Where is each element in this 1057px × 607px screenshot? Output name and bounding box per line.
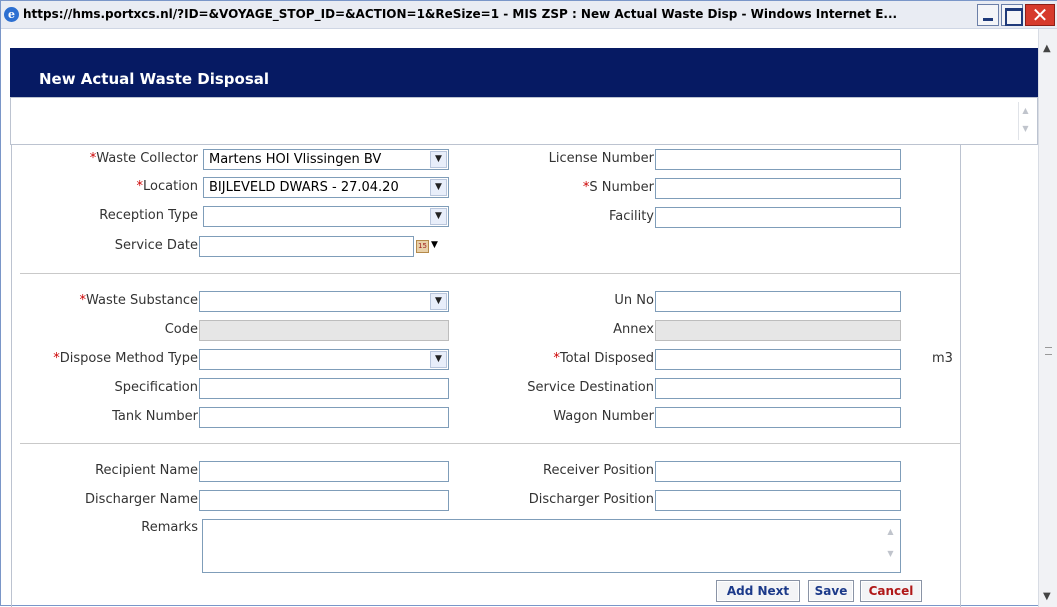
window-scrollbar[interactable]: ▲ ▼ [1038,29,1057,607]
close-button[interactable]: ✕ [1025,4,1055,26]
receiver-position-input[interactable] [655,461,901,482]
code-label: Code [164,322,198,337]
discharger-position-label: Discharger Position [528,492,654,507]
form-area: *Waste Collector Martens HOI Vlissingen … [10,145,1038,607]
reception-type-select[interactable]: ▼ [203,206,449,227]
recipient-name-label: Recipient Name [95,463,198,478]
recipient-name-input[interactable] [199,461,449,482]
facility-input[interactable] [655,207,901,228]
save-button[interactable]: Save [808,580,854,602]
section-divider [20,443,960,444]
annex-label: Annex [613,322,654,337]
calendar-icon[interactable]: 15 [416,240,429,253]
total-disposed-label: *Total Disposed [553,351,654,366]
s-number-label: *S Number [582,180,654,195]
service-date-label: Service Date [114,238,198,253]
maximize-button[interactable] [1001,4,1023,26]
location-label: *Location [136,179,198,194]
chevron-down-icon[interactable]: ▼ [430,179,447,196]
waste-disposal-form: *Waste Collector Martens HOI Vlissingen … [11,145,961,607]
receiver-position-label: Receiver Position [543,463,654,478]
license-number-input[interactable] [655,149,901,170]
dispose-method-select[interactable]: ▼ [199,349,449,370]
browser-window: e https://hms.portxcs.nl/?ID=&VOYAGE_STO… [0,0,1057,607]
annex-input [655,320,901,341]
waste-substance-label: *Waste Substance [79,293,198,308]
wagon-number-input[interactable] [655,407,901,428]
unit-label: m3 [932,351,953,366]
window-title: https://hms.portxcs.nl/?ID=&VOYAGE_STOP_… [23,7,898,21]
tank-number-input[interactable] [199,407,449,428]
chevron-down-icon[interactable]: ▼ [430,293,447,310]
facility-label: Facility [608,209,654,224]
location-value: BIJLEVELD DWARS - 27.04.20 [209,180,399,195]
un-no-input[interactable] [655,291,901,312]
calendar-dropdown-icon[interactable]: ▼ [431,240,438,250]
tank-number-label: Tank Number [112,409,198,424]
waste-collector-label: *Waste Collector [89,151,198,166]
scroll-down-icon[interactable]: ▼ [1043,591,1051,602]
chevron-down-icon[interactable]: ▼ [430,151,447,168]
scroll-up-icon[interactable]: ▲ [1043,43,1051,54]
discharger-name-label: Discharger Name [85,492,198,507]
discharger-position-input[interactable] [655,490,901,511]
cancel-button[interactable]: Cancel [860,580,922,602]
page-title: New Actual Waste Disposal [39,70,270,88]
waste-collector-select[interactable]: Martens HOI Vlissingen BV ▼ [203,149,449,170]
un-no-label: Un No [614,293,654,308]
reception-type-label: Reception Type [99,208,198,223]
total-disposed-input[interactable] [655,349,901,370]
title-bar: e https://hms.portxcs.nl/?ID=&VOYAGE_STO… [1,1,1057,29]
service-destination-input[interactable] [655,378,901,399]
message-scrollbar[interactable]: ▲ ▼ [1018,102,1032,140]
wagon-number-label: Wagon Number [553,409,654,424]
s-number-input[interactable] [655,178,901,199]
license-number-label: License Number [548,151,654,166]
remarks-textarea[interactable]: ▲ ▼ [202,519,901,573]
service-destination-label: Service Destination [527,380,654,395]
service-date-input[interactable] [199,236,414,257]
waste-substance-select[interactable]: ▼ [199,291,449,312]
dialog-header: New Actual Waste Disposal [10,48,1038,97]
chevron-down-icon[interactable]: ▼ [430,208,447,225]
waste-collector-value: Martens HOI Vlissingen BV [209,152,382,167]
add-next-button[interactable]: Add Next [716,580,800,602]
message-area: ▲ ▼ [10,97,1038,145]
scroll-grip[interactable] [1045,347,1052,355]
minimize-button[interactable] [977,4,999,26]
location-select[interactable]: BIJLEVELD DWARS - 27.04.20 ▼ [203,177,449,198]
discharger-name-input[interactable] [199,490,449,511]
dispose-method-label: *Dispose Method Type [53,351,198,366]
specification-label: Specification [114,380,198,395]
section-divider [20,273,960,274]
remarks-label: Remarks [141,520,198,535]
ie-icon: e [4,7,19,22]
specification-input[interactable] [199,378,449,399]
chevron-down-icon[interactable]: ▼ [430,351,447,368]
remarks-scrollbar[interactable]: ▲ ▼ [882,521,899,569]
code-input [199,320,449,341]
